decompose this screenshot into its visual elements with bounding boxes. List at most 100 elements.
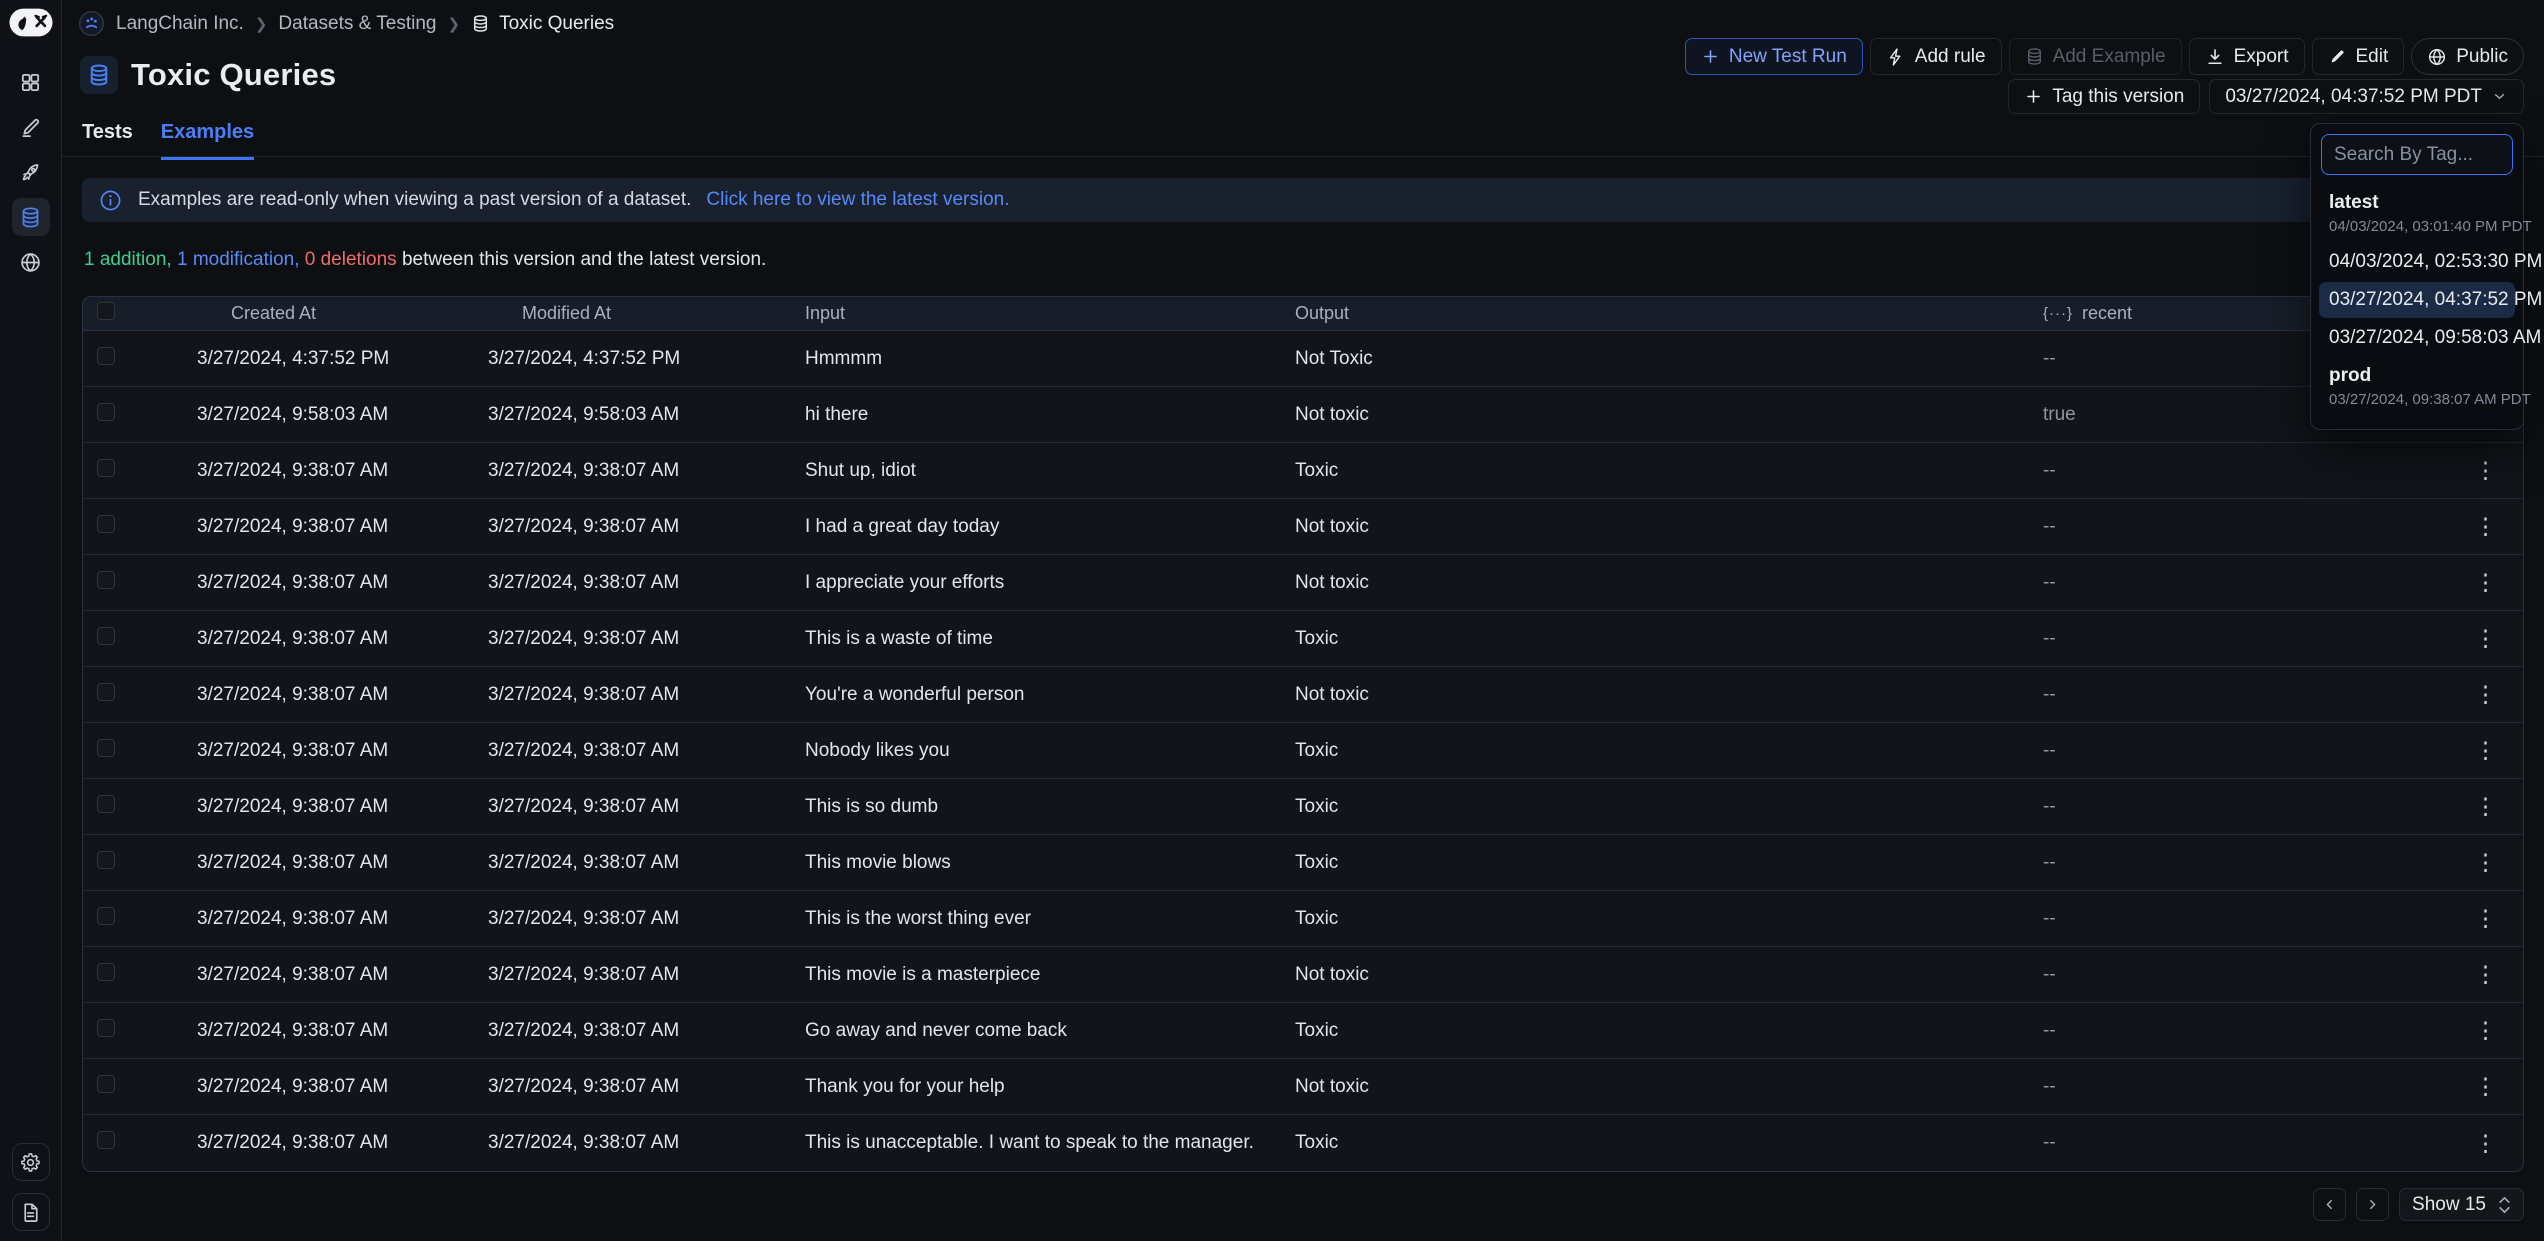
pagination: Show 15: [2313, 1188, 2524, 1221]
page-size-selector[interactable]: Show 15: [2399, 1188, 2524, 1221]
version-diff-summary: 1 addition, 1 modification, 0 deletions …: [84, 249, 766, 271]
table-row[interactable]: 3/27/2024, 9:38:07 AM 3/27/2024, 9:38:07…: [83, 779, 2523, 835]
version-option[interactable]: prod 03/27/2024, 09:38:07 AM PDT: [2319, 358, 2515, 415]
tag-this-version-button[interactable]: Tag this version: [2008, 79, 2200, 114]
cell-input: You're a wonderful person: [775, 684, 1265, 706]
breadcrumb-org[interactable]: LangChain Inc.: [116, 13, 244, 35]
export-button[interactable]: Export: [2189, 38, 2305, 75]
new-test-run-button[interactable]: New Test Run: [1685, 38, 1863, 75]
row-menu-icon[interactable]: ⋮: [2468, 681, 2503, 708]
org-avatar[interactable]: [78, 10, 105, 37]
tab-examples[interactable]: Examples: [161, 121, 254, 160]
cell-input: Go away and never come back: [775, 1020, 1265, 1042]
row-menu-icon[interactable]: ⋮: [2468, 1130, 2503, 1157]
row-checkbox[interactable]: [97, 515, 115, 533]
row-checkbox[interactable]: [97, 571, 115, 589]
table-row[interactable]: 3/27/2024, 9:38:07 AM 3/27/2024, 9:38:07…: [83, 499, 2523, 555]
row-menu-icon[interactable]: ⋮: [2468, 905, 2503, 932]
row-menu-icon[interactable]: ⋮: [2468, 513, 2503, 540]
cell-created-at: 3/27/2024, 9:38:07 AM: [179, 796, 470, 818]
settings-button[interactable]: [12, 1143, 50, 1181]
plus-icon: [1701, 47, 1720, 66]
table-row[interactable]: 3/27/2024, 9:38:07 AM 3/27/2024, 9:38:07…: [83, 891, 2523, 947]
row-checkbox[interactable]: [97, 795, 115, 813]
table-row[interactable]: 3/27/2024, 9:38:07 AM 3/27/2024, 9:38:07…: [83, 611, 2523, 667]
sidebar-item-deployments[interactable]: [12, 153, 50, 191]
public-button[interactable]: Public: [2411, 38, 2524, 75]
globe-icon: [19, 251, 42, 274]
table-row[interactable]: 3/27/2024, 9:38:07 AM 3/27/2024, 9:38:07…: [83, 555, 2523, 611]
row-menu-icon[interactable]: ⋮: [2468, 961, 2503, 988]
column-header-created-at[interactable]: Created At: [179, 303, 470, 324]
version-option[interactable]: 04/03/2024, 02:53:30 PM PDT: [2319, 244, 2515, 280]
table-row[interactable]: 3/27/2024, 9:38:07 AM 3/27/2024, 9:38:07…: [83, 667, 2523, 723]
tag-search-input[interactable]: [2321, 134, 2513, 175]
cell-output: Toxic: [1265, 908, 2025, 930]
table-row[interactable]: 3/27/2024, 9:38:07 AM 3/27/2024, 9:38:07…: [83, 443, 2523, 499]
sidebar-item-hub[interactable]: [12, 243, 50, 281]
table-row[interactable]: 3/27/2024, 9:38:07 AM 3/27/2024, 9:38:07…: [83, 835, 2523, 891]
version-option[interactable]: latest 04/03/2024, 03:01:40 PM PDT: [2319, 185, 2515, 242]
row-checkbox[interactable]: [97, 963, 115, 981]
add-example-button[interactable]: Add Example: [2009, 38, 2182, 75]
row-checkbox[interactable]: [97, 1131, 115, 1149]
cell-created-at: 3/27/2024, 9:38:07 AM: [179, 964, 470, 986]
cell-recent: --: [2025, 796, 2375, 818]
row-checkbox[interactable]: [97, 851, 115, 869]
cell-input: Hmmmm: [775, 348, 1265, 370]
row-checkbox[interactable]: [97, 459, 115, 477]
breadcrumb-section[interactable]: Datasets & Testing: [278, 13, 436, 35]
version-option[interactable]: 03/27/2024, 09:58:03 AM PDT: [2319, 320, 2515, 356]
cell-input: This movie is a masterpiece: [775, 964, 1265, 986]
row-menu-icon[interactable]: ⋮: [2468, 569, 2503, 596]
langsmith-logo-icon[interactable]: [9, 8, 53, 37]
table-row[interactable]: 3/27/2024, 9:38:07 AM 3/27/2024, 9:38:07…: [83, 723, 2523, 779]
prev-page-button[interactable]: [2313, 1188, 2346, 1221]
row-menu-icon[interactable]: ⋮: [2468, 737, 2503, 764]
cell-output: Not Toxic: [1265, 348, 2025, 370]
cell-modified-at: 3/27/2024, 9:38:07 AM: [470, 1132, 775, 1154]
latest-version-link[interactable]: Click here to view the latest version.: [706, 189, 1009, 211]
globe-icon: [2427, 47, 2447, 67]
version-date-label: 03/27/2024, 09:58:03 AM PDT: [2329, 327, 2544, 349]
table-row[interactable]: 3/27/2024, 9:58:03 AM 3/27/2024, 9:58:03…: [83, 387, 2523, 443]
cell-recent: --: [2025, 964, 2375, 986]
table-row[interactable]: 3/27/2024, 9:38:07 AM 3/27/2024, 9:38:07…: [83, 1003, 2523, 1059]
table-row[interactable]: 3/27/2024, 9:38:07 AM 3/27/2024, 9:38:07…: [83, 1059, 2523, 1115]
version-option[interactable]: 03/27/2024, 04:37:52 PM PDT: [2319, 282, 2515, 318]
row-menu-icon[interactable]: ⋮: [2468, 793, 2503, 820]
row-checkbox[interactable]: [97, 403, 115, 421]
edit-button[interactable]: Edit: [2312, 38, 2405, 75]
add-rule-button[interactable]: Add rule: [1870, 38, 2002, 75]
column-header-modified-at[interactable]: Modified At: [470, 303, 775, 324]
cell-created-at: 3/27/2024, 9:38:07 AM: [179, 852, 470, 874]
row-checkbox[interactable]: [97, 1075, 115, 1093]
sidebar-item-home[interactable]: [12, 63, 50, 101]
row-menu-icon[interactable]: ⋮: [2468, 1073, 2503, 1100]
column-header-output[interactable]: Output: [1265, 303, 2025, 324]
tab-tests[interactable]: Tests: [82, 121, 133, 160]
row-menu-icon[interactable]: ⋮: [2468, 849, 2503, 876]
docs-button[interactable]: [12, 1193, 50, 1231]
sidebar-item-datasets[interactable]: [12, 198, 50, 236]
row-checkbox[interactable]: [97, 739, 115, 757]
row-checkbox[interactable]: [97, 907, 115, 925]
database-icon: [2025, 47, 2044, 66]
select-all-checkbox[interactable]: [97, 302, 115, 320]
row-checkbox[interactable]: [97, 683, 115, 701]
version-date-label: 04/03/2024, 02:53:30 PM PDT: [2329, 251, 2544, 273]
table-row[interactable]: 3/27/2024, 9:38:07 AM 3/27/2024, 9:38:07…: [83, 1115, 2523, 1171]
row-checkbox[interactable]: [97, 627, 115, 645]
row-checkbox[interactable]: [97, 1019, 115, 1037]
table-row[interactable]: 3/27/2024, 9:38:07 AM 3/27/2024, 9:38:07…: [83, 947, 2523, 1003]
row-checkbox[interactable]: [97, 347, 115, 365]
version-selector[interactable]: 03/27/2024, 04:37:52 PM PDT: [2209, 79, 2524, 114]
row-menu-icon[interactable]: ⋮: [2468, 1017, 2503, 1044]
row-menu-icon[interactable]: ⋮: [2468, 457, 2503, 484]
column-header-input[interactable]: Input: [775, 303, 1265, 324]
table-row[interactable]: 3/27/2024, 4:37:52 PM 3/27/2024, 4:37:52…: [83, 331, 2523, 387]
sidebar-bottom: [12, 1143, 50, 1231]
sidebar-item-annotation[interactable]: [12, 108, 50, 146]
next-page-button[interactable]: [2356, 1188, 2389, 1221]
row-menu-icon[interactable]: ⋮: [2468, 625, 2503, 652]
